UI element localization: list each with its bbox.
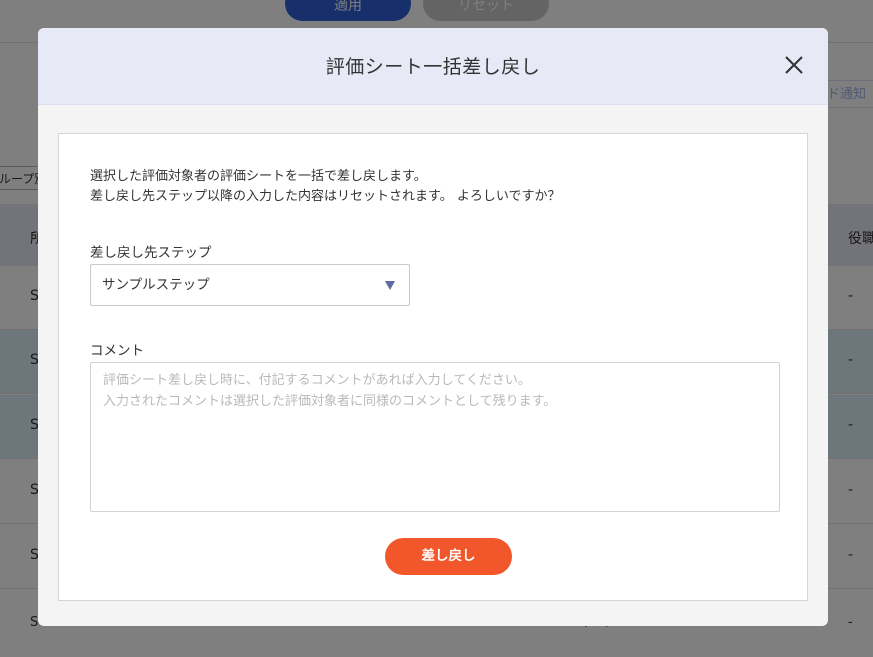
close-icon [785,56,803,74]
dropdown-arrow-icon [385,281,395,290]
modal-description: 選択した評価対象者の評価シートを一括で差し戻します。 差し戻し先ステップ以降の入… [90,167,560,207]
comment-placeholder: 評価シート差し戻し時に、付記するコメントがあれば入力してください。 [103,373,531,388]
comment-label: コメント [90,343,144,359]
comment-placeholder: 入力されたコメントは選択した評価対象者に同様のコメントとして残ります。 [103,394,557,409]
bulk-return-modal: 評価シート一括差し戻し 選択した評価対象者の評価シートを一括で差し戻します。 差… [38,28,828,626]
step-select-value: サンプルステップ [102,277,210,293]
modal-header: 評価シート一括差し戻し [38,28,828,105]
description-line: 選択した評価対象者の評価シートを一括で差し戻します。 [90,169,427,184]
modal-body: 選択した評価対象者の評価シートを一括で差し戻します。 差し戻し先ステップ以降の入… [58,133,808,601]
close-button[interactable] [779,50,809,80]
comment-textarea[interactable]: 評価シート差し戻し時に、付記するコメントがあれば入力してください。 入力されたコ… [90,362,780,512]
return-submit-button[interactable]: 差し戻し [385,538,512,575]
modal-title: 評価シート一括差し戻し [325,56,541,78]
step-label: 差し戻し先ステップ [90,245,212,261]
description-line: 差し戻し先ステップ以降の入力した内容はリセットされます。 よろしいですか？ [90,189,561,204]
step-select[interactable]: サンプルステップ [90,264,410,306]
